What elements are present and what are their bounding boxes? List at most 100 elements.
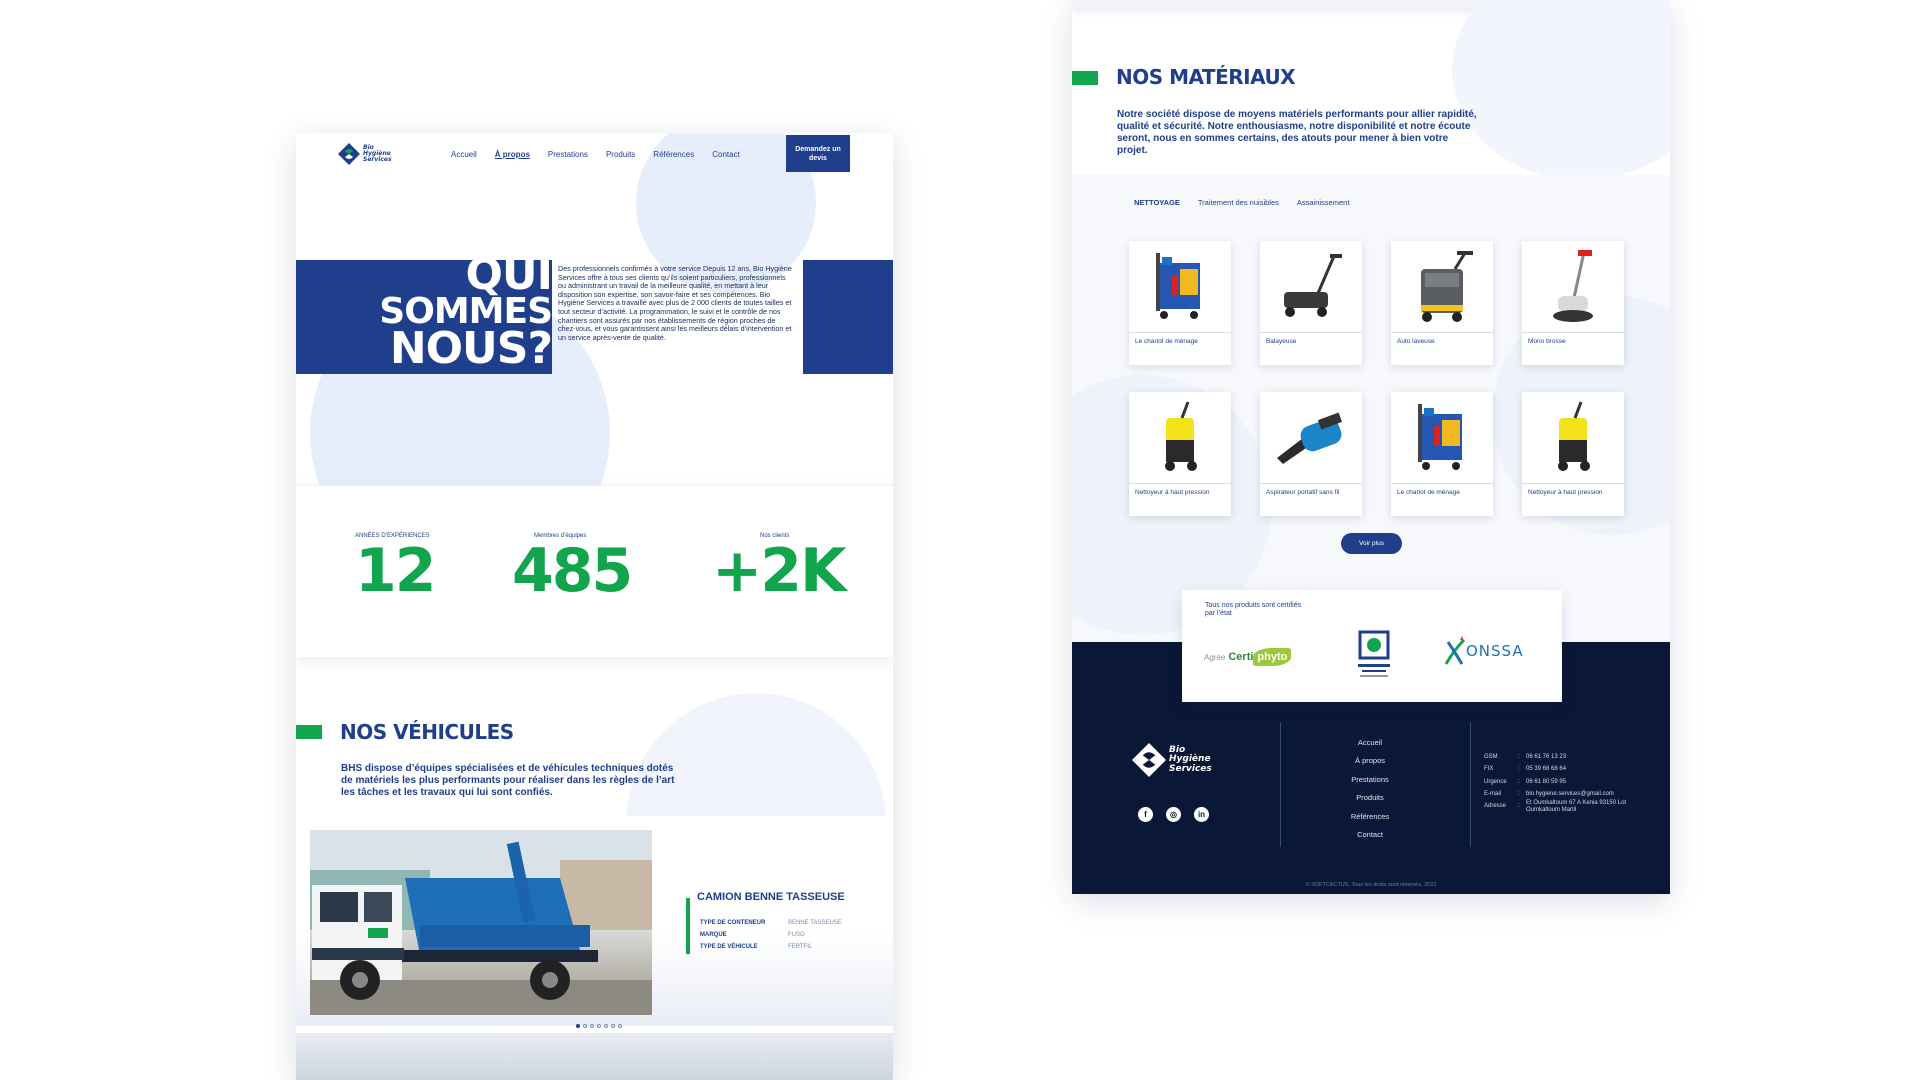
brand-logo-icon	[338, 143, 360, 165]
spec-key: MARQUE	[700, 932, 727, 938]
nav-item-a-propos[interactable]: À propos	[495, 150, 530, 159]
contact-row: E-mail: bio.hygiene.services@gmail.com	[1484, 788, 1636, 800]
contact-value: Et Oumkaltoum 67 A Kenia 93150 Lot Oumka…	[1526, 800, 1627, 814]
footer-link-contact[interactable]: Contact	[1335, 826, 1405, 844]
footer-brand-logo[interactable]: Bio Hygiène Services	[1132, 743, 1212, 777]
materials-section-title: NOS MATÉRIAUX	[1116, 65, 1296, 89]
ministry-health-logo	[1354, 630, 1394, 680]
contact-key: Urgence	[1484, 778, 1507, 785]
spec-value: FUSO	[788, 932, 805, 938]
contact-value[interactable]: 06 61 80 59 95	[1526, 776, 1566, 788]
certiphyto-logo: Agrée Certi phyto	[1204, 640, 1304, 674]
hero-title-line-3: NOUS?	[389, 323, 552, 374]
contact-row: Adresse: Et Oumkaltoum 67 A Kenia 93150 L…	[1484, 800, 1636, 814]
spec-key: TYPE DE VÉHICULE	[700, 944, 758, 950]
product-card[interactable]: Auto laveuse	[1391, 241, 1493, 365]
nav-item-accueil[interactable]: Accueil	[451, 150, 477, 159]
carousel-dot[interactable]	[590, 1024, 594, 1028]
see-more-button[interactable]: Voir plus	[1341, 533, 1402, 554]
product-card[interactable]: Le chariot de ménage	[1129, 241, 1231, 365]
product-name: Mono brosse	[1528, 338, 1566, 345]
footer-link-prestations[interactable]: Prestations	[1335, 771, 1405, 789]
contact-value[interactable]: bio.hygiene.services@gmail.com	[1526, 788, 1614, 800]
section-marker	[296, 725, 322, 739]
pressure-washer-icon	[1129, 392, 1231, 484]
spec-value: FERTFIL	[788, 944, 813, 950]
spec-value: BENNE TASSEUSE	[788, 920, 842, 926]
carousel-dot[interactable]	[611, 1024, 615, 1028]
brand-name: Bio Hygiène Services	[363, 144, 392, 164]
materials-page-mockup: NOS MATÉRIAUX Notre société dispose de m…	[1072, 0, 1670, 894]
nav-item-prestations[interactable]: Prestations	[548, 150, 588, 159]
contact-key: FIX	[1484, 766, 1494, 773]
linkedin-icon[interactable]: in	[1194, 807, 1209, 822]
request-quote-button[interactable]: Demandez un devis	[786, 135, 850, 172]
tab-assainissement[interactable]: Assainissement	[1297, 198, 1350, 207]
scrubber-icon	[1391, 241, 1493, 333]
product-card[interactable]: Nettoyeur à haut pression	[1522, 392, 1624, 516]
top-navigation: Bio Hygiène Services Accueil À propos Pr…	[296, 133, 893, 173]
footer-link-references[interactable]: Références	[1335, 808, 1405, 826]
nav-links: Accueil À propos Prestations Produits Ré…	[451, 150, 740, 159]
certifications-box: Tous nos produits sont certifiés par l’é…	[1182, 590, 1562, 702]
stat-value: +2K	[712, 536, 847, 606]
brand-name-line-3: Services	[1169, 763, 1212, 774]
contact-value[interactable]: 05 39 68 68 64	[1526, 763, 1566, 775]
vehicles-section-description: BHS dispose d’équipes spécialisées et de…	[341, 763, 675, 798]
product-name: Le chariot de ménage	[1397, 489, 1460, 496]
vehicle-carousel: CAMION BENNE TASSEUSE TYPE DE CONTENEUR …	[296, 816, 893, 1028]
certiphyto-label: Certi	[1228, 651, 1254, 663]
carousel-dot[interactable]	[604, 1024, 608, 1028]
footer-menu: Accueil À propos Prestations Produits Ré…	[1335, 734, 1405, 844]
background-circle	[1452, 0, 1670, 180]
brand-logo[interactable]: Bio Hygiène Services	[338, 143, 392, 165]
certifications-text: Tous nos produits sont certifiés par l’é…	[1205, 602, 1302, 617]
product-name: Auto laveuse	[1397, 338, 1435, 345]
stat-team: Membres d’équipes 485	[512, 533, 672, 601]
contact-key: GSM	[1484, 754, 1498, 760]
onssa-wordmark: ONSSA	[1466, 642, 1524, 660]
carousel-dot[interactable]	[583, 1024, 587, 1028]
hero-paragraph: Des professionnels confirmés à votre ser…	[558, 264, 792, 342]
carousel-dots	[576, 1024, 622, 1028]
carousel-dot[interactable]	[597, 1024, 601, 1028]
product-card[interactable]: Nettoyeur à haut pression	[1129, 392, 1231, 516]
footer-divider	[1280, 722, 1281, 847]
cart-icon	[1391, 392, 1493, 484]
hero-title-block: QUI SOMMES NOUS?	[296, 260, 552, 374]
truck-illustration	[310, 830, 652, 1015]
handheld-vacuum-icon	[1260, 392, 1362, 484]
product-card[interactable]: Mono brosse	[1522, 241, 1624, 365]
stat-value: 485	[512, 536, 633, 606]
about-hero: QUI SOMMES NOUS? Des professionnels conf…	[296, 260, 893, 374]
tab-traitement-nuisibles[interactable]: Traitement des nuisibles	[1198, 198, 1279, 207]
facebook-icon[interactable]: f	[1138, 807, 1153, 822]
footer-link-accueil[interactable]: Accueil	[1335, 734, 1405, 752]
materials-section-description: Notre société dispose de moyens matériel…	[1117, 109, 1477, 156]
product-card[interactable]: Balayeuse	[1260, 241, 1362, 365]
instagram-icon[interactable]: ◎	[1166, 807, 1181, 822]
product-name: Aspirateur portatif sans fil	[1266, 489, 1340, 496]
contact-value[interactable]: 06 61 76 13 23	[1526, 751, 1566, 763]
nav-item-contact[interactable]: Contact	[712, 150, 740, 159]
footer-link-produits[interactable]: Produits	[1335, 789, 1405, 807]
contact-key: E-mail	[1484, 790, 1502, 797]
cart-icon	[1129, 241, 1231, 333]
product-name: Nettoyeur à haut pression	[1528, 489, 1603, 496]
footer-link-a-propos[interactable]: À propos	[1335, 752, 1405, 770]
carousel-dot[interactable]	[576, 1024, 580, 1028]
stats-section: ANNÉES D’EXPÉRIENCES 12 Membres d’équipe…	[296, 485, 893, 657]
product-name: Nettoyeur à haut pression	[1135, 489, 1210, 496]
floor-buffer-icon	[1522, 241, 1624, 333]
nav-item-produits[interactable]: Produits	[606, 150, 635, 159]
carousel-dot[interactable]	[618, 1024, 622, 1028]
product-name: Balayeuse	[1266, 338, 1297, 345]
copyright: © SOFTCACTUS, Tous les droits sont réser…	[1305, 882, 1437, 888]
product-card[interactable]: Le chariot de ménage	[1391, 392, 1493, 516]
nav-item-references[interactable]: Références	[653, 150, 694, 159]
tab-nettoyage[interactable]: NETTOYAGE	[1134, 198, 1180, 207]
footer-brand-name: Bio Hygiène Services	[1169, 745, 1212, 774]
onssa-logo: ONSSA	[1444, 636, 1524, 666]
product-card[interactable]: Aspirateur portatif sans fil	[1260, 392, 1362, 516]
contact-row: GSM:06 61 76 13 23	[1484, 751, 1636, 763]
